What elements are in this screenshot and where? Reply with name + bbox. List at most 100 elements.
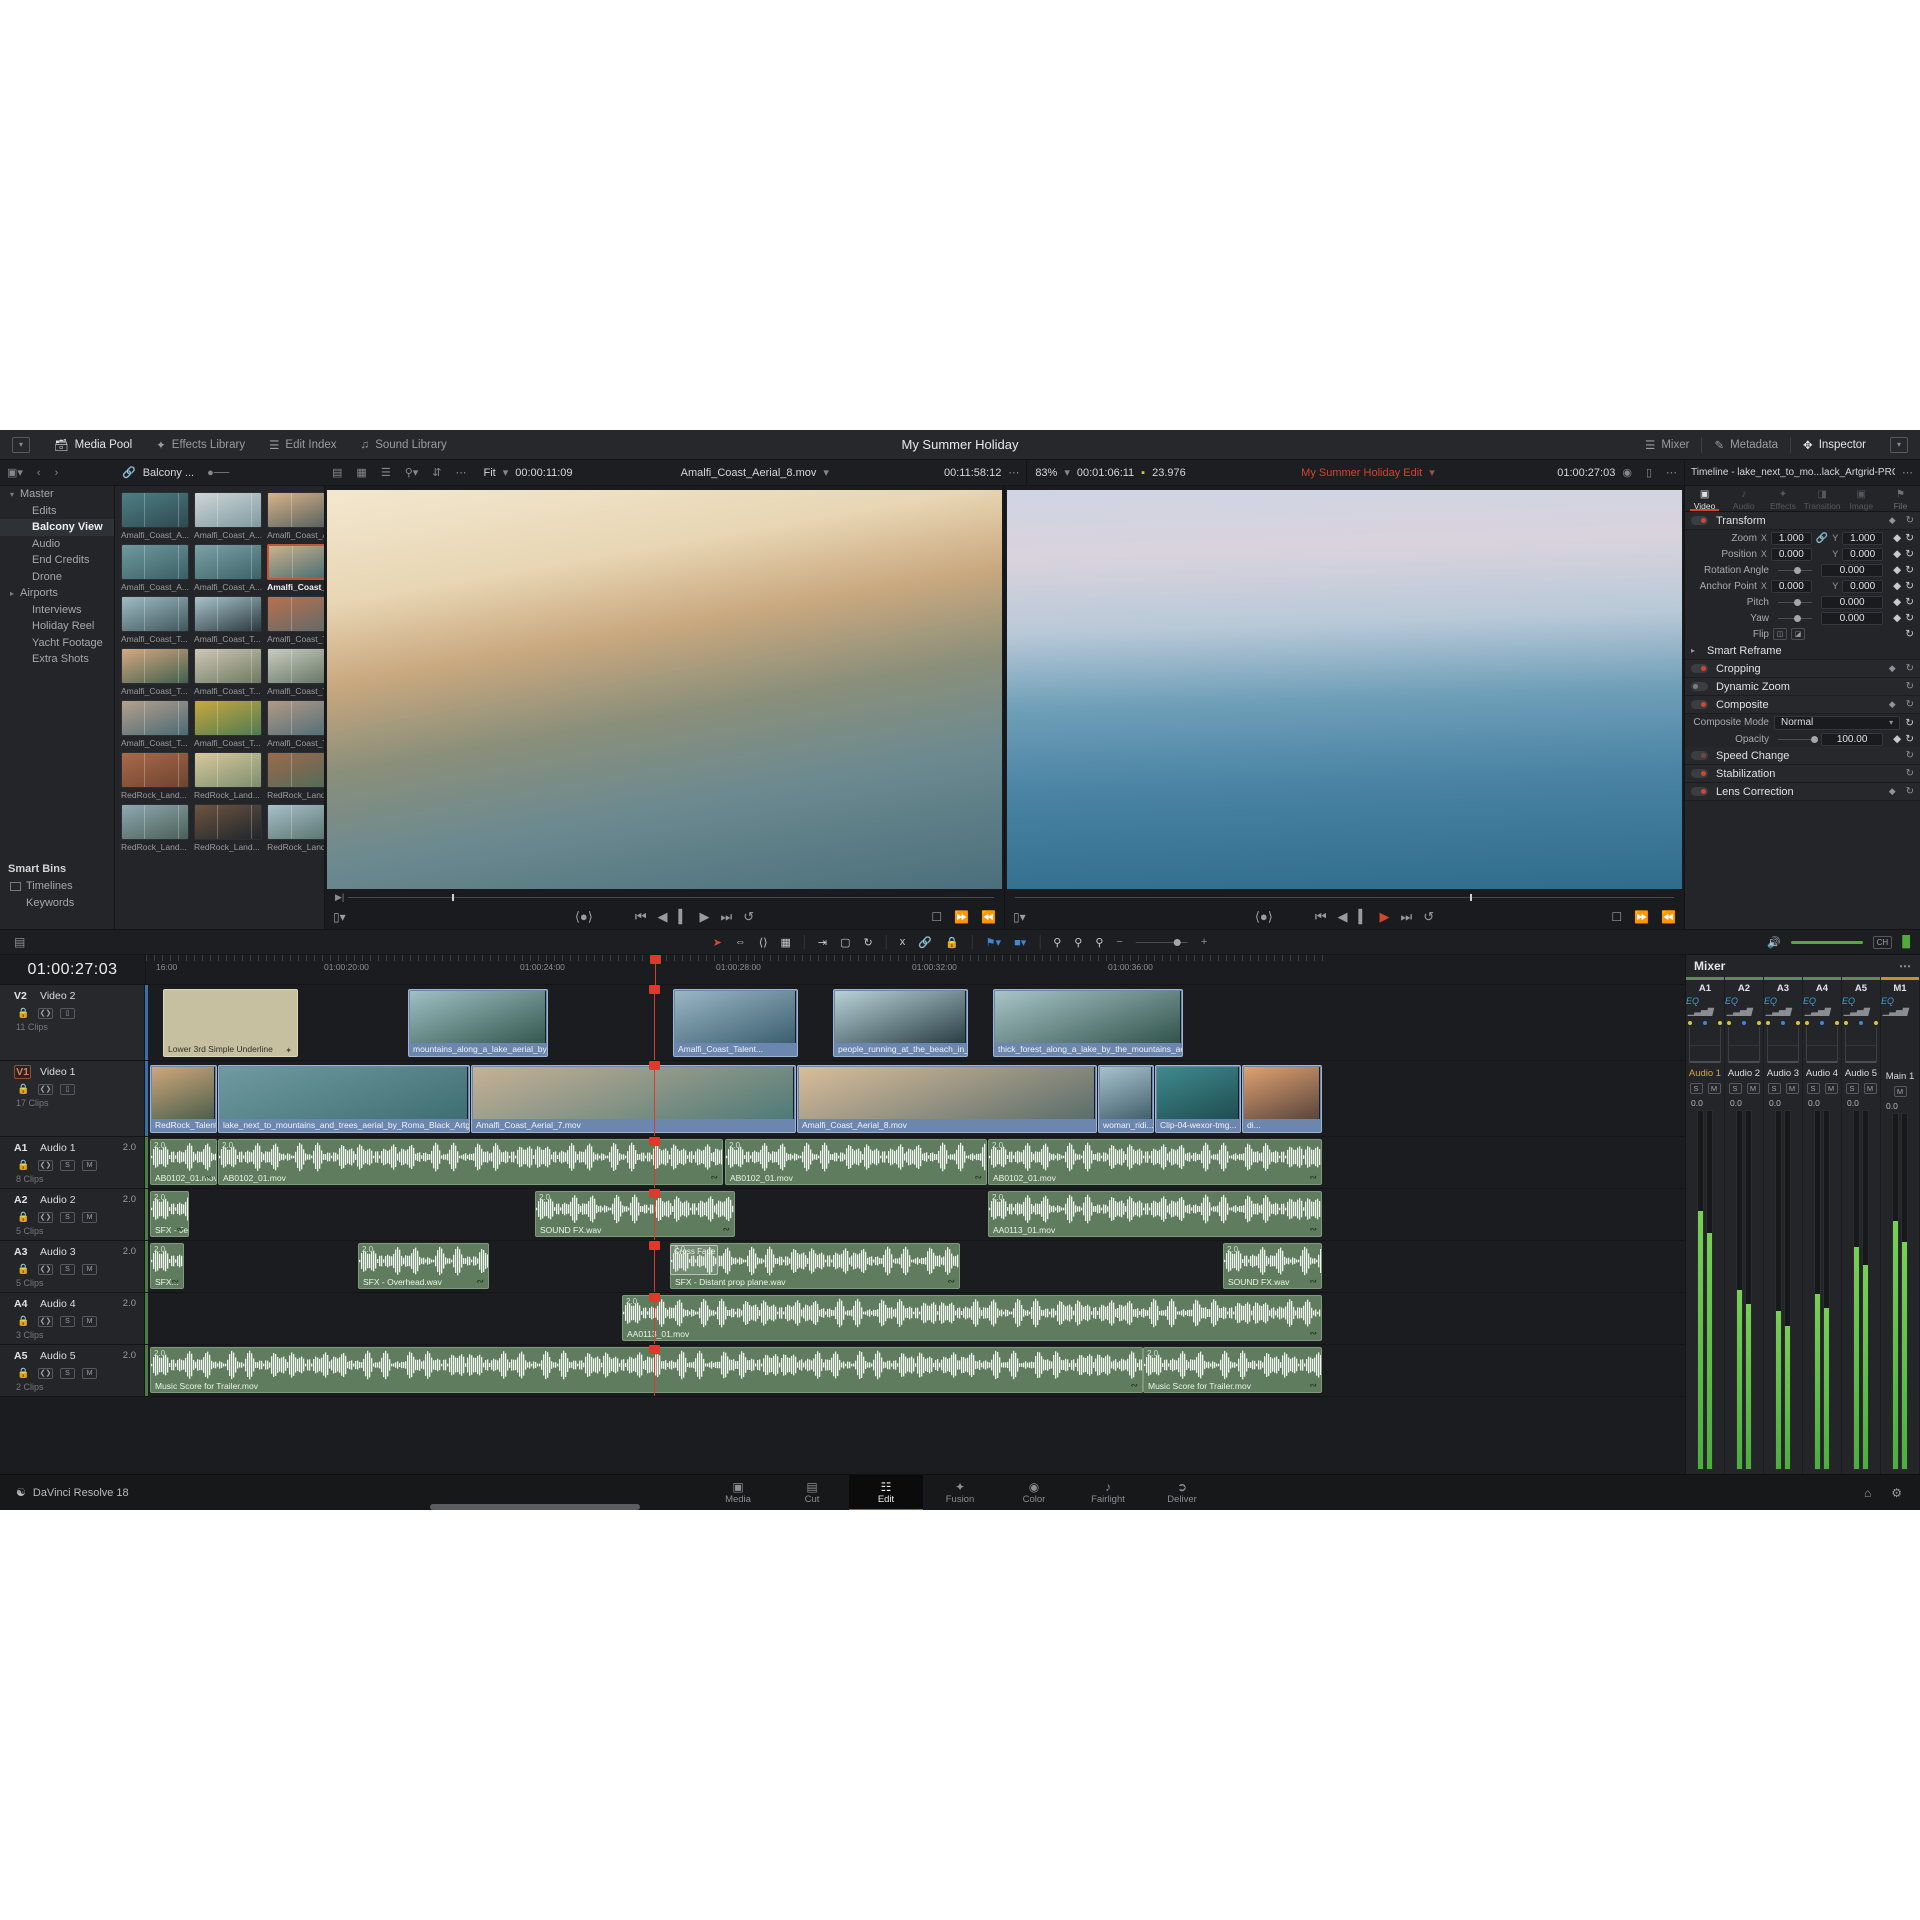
eq-points[interactable] bbox=[1766, 1021, 1800, 1025]
timeline-scrubber[interactable] bbox=[1005, 889, 1684, 905]
track-lane-v1[interactable]: RedRock_Talent_3....lake_next_to_mountai… bbox=[145, 1061, 1685, 1136]
link-icon[interactable]: 🔗 bbox=[1816, 533, 1828, 544]
page-deliver[interactable]: ➲Deliver bbox=[1145, 1475, 1219, 1511]
reset-icon[interactable]: ↻ bbox=[1905, 612, 1914, 624]
bin-item-drone[interactable]: Drone bbox=[0, 569, 114, 586]
search-icon[interactable]: ⚲▾ bbox=[398, 466, 426, 479]
position-y-field[interactable]: 0.000 bbox=[1842, 548, 1883, 561]
timeline-clip[interactable]: 2.0AA0113_01.mov∾ bbox=[988, 1191, 1322, 1237]
pitch-slider[interactable] bbox=[1778, 602, 1812, 603]
source-viewer[interactable]: ▶| ▯▾ ⟨●⟩ ⏮ ◀ ▍ ▶ ⏭ ↺ bbox=[325, 486, 1005, 929]
reset-icon[interactable]: ↻ bbox=[1905, 548, 1914, 560]
track-id[interactable]: A2 bbox=[14, 1194, 31, 1206]
reset-icon[interactable]: ↻ bbox=[1906, 750, 1914, 761]
monitor-icon[interactable]: ▯ bbox=[1639, 466, 1659, 479]
overwrite-clip-icon[interactable]: ▢ bbox=[840, 936, 850, 949]
mute-button[interactable]: M bbox=[82, 1368, 97, 1379]
scrub-track[interactable] bbox=[348, 897, 994, 898]
chevron-right-icon[interactable]: ▸ bbox=[10, 589, 20, 598]
zoom-x-field[interactable]: 1.000 bbox=[1771, 532, 1812, 545]
page-color[interactable]: ◉Color bbox=[997, 1475, 1071, 1511]
anchor-x-field[interactable]: 0.000 bbox=[1771, 580, 1812, 593]
step-back-icon[interactable]: ◀ bbox=[658, 909, 668, 925]
step-back-icon[interactable]: ◀ bbox=[1338, 909, 1348, 925]
layout-presets-button[interactable]: ▾ bbox=[1878, 430, 1920, 460]
media-pool-clip[interactable]: Amalfi_Coast_A... bbox=[267, 544, 325, 592]
lock-icon[interactable]: 🔒 bbox=[16, 1084, 31, 1095]
mark-clip-icon[interactable]: ☐ bbox=[931, 910, 942, 924]
mute-button[interactable]: M bbox=[1825, 1083, 1838, 1094]
chevron-down-icon[interactable]: ▾ bbox=[816, 466, 836, 479]
zoom-slider[interactable] bbox=[1136, 942, 1188, 943]
selection-tool-icon[interactable]: ➤ bbox=[713, 936, 722, 949]
forward-icon[interactable]: › bbox=[48, 467, 66, 479]
eq-curve-graph[interactable] bbox=[1845, 1027, 1876, 1063]
eq-point-mid[interactable] bbox=[1742, 1021, 1746, 1025]
zoom-detail-icon[interactable]: ⚲ bbox=[1074, 936, 1082, 949]
effects-library-toggle[interactable]: ✦ Effects Library bbox=[144, 430, 257, 460]
anchor-y-field[interactable]: 0.000 bbox=[1842, 580, 1883, 593]
media-pool-clip[interactable]: Amalfi_Coast_T... bbox=[121, 596, 189, 644]
cropping-section[interactable]: Cropping ◆ ↻ bbox=[1685, 660, 1920, 678]
mixer-channel-a5[interactable]: A5EQ▁▃▅▇Audio 5SM0.0 bbox=[1842, 977, 1881, 1474]
track-lane-a5[interactable]: 2.0Music Score for Trailer.mov∾2.0Music … bbox=[145, 1345, 1685, 1396]
fade-handle-icon[interactable]: ∾ bbox=[710, 1172, 718, 1183]
loop-icon[interactable]: ↺ bbox=[1423, 909, 1434, 925]
edit-index-toggle[interactable]: ☰ Edit Index bbox=[257, 430, 348, 460]
eq-point-high[interactable] bbox=[1757, 1021, 1761, 1025]
track-id[interactable]: V1 bbox=[14, 1065, 31, 1079]
media-pool-clip[interactable]: RedRock_Land... bbox=[121, 804, 189, 852]
metadata-toggle[interactable]: ✎ Metadata bbox=[1702, 430, 1790, 460]
lock-icon[interactable]: 🔒 bbox=[16, 1008, 31, 1019]
chevron-down-icon[interactable]: ▾ bbox=[1057, 466, 1077, 479]
timeline-view-options-icon[interactable]: ▤ bbox=[0, 935, 25, 949]
zoom-y-field[interactable]: 1.000 bbox=[1842, 532, 1883, 545]
viewer-zoom-level[interactable]: 83% bbox=[1035, 467, 1057, 479]
insert-clip-icon[interactable]: ⇥ bbox=[818, 936, 827, 949]
timeline-clip[interactable]: 2.0Music Score for Trailer.mov∾ bbox=[150, 1347, 1143, 1393]
inspector-tab-effects[interactable]: ✦Effects bbox=[1763, 486, 1802, 511]
sound-library-toggle[interactable]: ♫ Sound Library bbox=[349, 430, 459, 460]
media-pool-clip[interactable]: Amalfi_Coast_T... bbox=[267, 648, 325, 696]
channel-fader-value[interactable]: 0.0 bbox=[1803, 1098, 1820, 1108]
fade-handle-icon[interactable]: ∾ bbox=[1309, 1172, 1317, 1183]
timeline-clip[interactable]: Lower 3rd Simple Underline✦ bbox=[163, 989, 298, 1057]
media-pool-clip[interactable]: RedRock_Land... bbox=[267, 804, 325, 852]
speed-change-section[interactable]: Speed Change ↻ bbox=[1685, 747, 1920, 765]
eq-point-mid[interactable] bbox=[1781, 1021, 1785, 1025]
lock-icon[interactable]: 🔒 bbox=[16, 1160, 31, 1171]
source-options-icon[interactable]: ⋯ bbox=[1001, 466, 1026, 479]
rotation-slider[interactable] bbox=[1778, 570, 1812, 571]
reset-icon[interactable]: ↻ bbox=[1906, 786, 1914, 797]
track-id[interactable]: A3 bbox=[14, 1246, 31, 1258]
volume-slider[interactable] bbox=[1791, 941, 1863, 944]
jump-end-icon[interactable]: ⏭ bbox=[1401, 909, 1413, 925]
auto-select-button[interactable]: ❮❯ bbox=[38, 1264, 53, 1275]
mute-button[interactable]: M bbox=[1894, 1086, 1907, 1097]
media-pool-clip[interactable]: Amalfi_Coast_T... bbox=[194, 700, 262, 748]
timeline-clip[interactable]: thick_forest_along_a_lake_by_the_mountai… bbox=[993, 989, 1183, 1057]
mark-in-icon[interactable]: ⏪ bbox=[981, 910, 996, 924]
composite-section[interactable]: Composite ◆ ↻ bbox=[1685, 696, 1920, 714]
reset-icon[interactable]: ↻ bbox=[1906, 663, 1914, 674]
flip-vertical-button[interactable]: ◪ bbox=[1791, 628, 1805, 640]
channel-fader-value[interactable]: 0.0 bbox=[1764, 1098, 1781, 1108]
track-header-v1[interactable]: V1Video 1🔒❮❯▯17 Clips bbox=[0, 1061, 145, 1136]
bin-item-yacht-footage[interactable]: Yacht Footage bbox=[0, 635, 114, 652]
media-pool-clip[interactable]: RedRock_Land... bbox=[121, 752, 189, 800]
track-id[interactable]: A1 bbox=[14, 1142, 31, 1154]
reset-icon[interactable]: ↻ bbox=[1905, 628, 1914, 640]
eq-point-high[interactable] bbox=[1796, 1021, 1800, 1025]
media-pool-clip[interactable]: RedRock_Land... bbox=[194, 752, 262, 800]
chevron-down-icon[interactable]: ▾ bbox=[496, 466, 516, 479]
auto-select-button[interactable]: ❮❯ bbox=[38, 1368, 53, 1379]
bin-master[interactable]: ▾ Master bbox=[0, 486, 114, 503]
timeline-clip[interactable]: 2.0AB0102_01.mov∾ bbox=[218, 1139, 723, 1185]
jump-start-icon[interactable]: ⏮ bbox=[635, 909, 647, 925]
timeline-current-timecode[interactable]: 01:00:27:03 bbox=[0, 961, 145, 979]
track-header-a4[interactable]: A4Audio 42.0🔒❮❯SM3 Clips bbox=[0, 1293, 145, 1344]
media-pool-clip[interactable]: Amalfi_Coast_T... bbox=[194, 648, 262, 696]
back-icon[interactable]: ‹ bbox=[30, 467, 48, 479]
keyframe-icon[interactable]: ◆ bbox=[1893, 532, 1901, 544]
solo-button[interactable]: S bbox=[60, 1368, 75, 1379]
